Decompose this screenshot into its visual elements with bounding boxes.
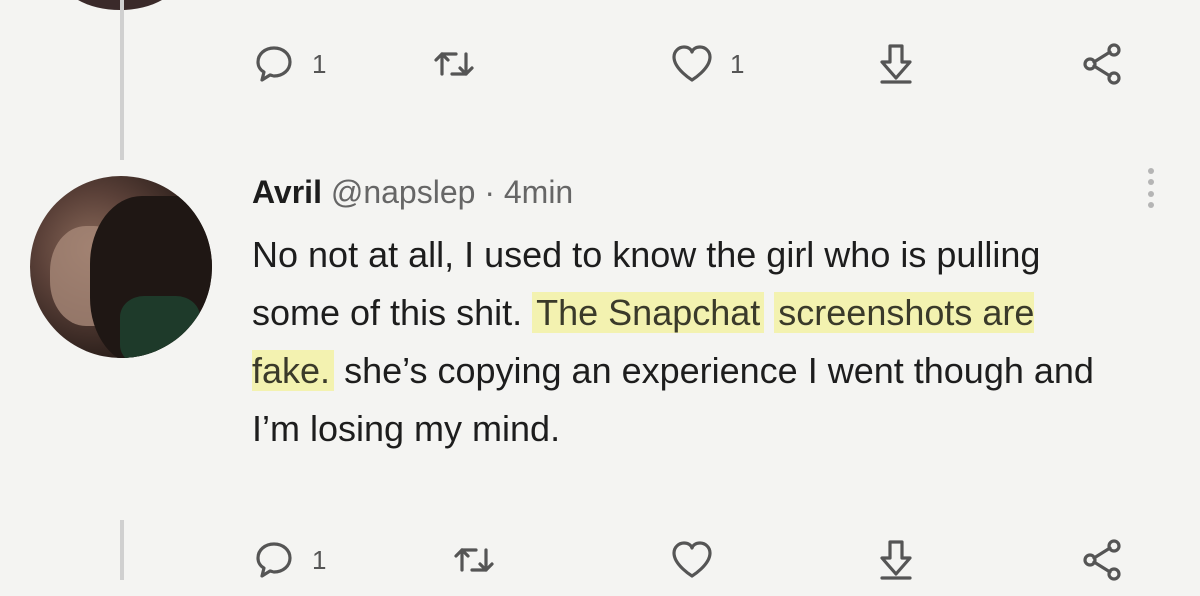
reply-icon bbox=[256, 542, 292, 578]
tweet-text-highlight-1: The Snapchat bbox=[532, 292, 765, 333]
author-name[interactable]: Avril bbox=[252, 174, 322, 210]
like-icon bbox=[672, 541, 712, 578]
avatar-shirt bbox=[120, 296, 200, 358]
more-icon-dot bbox=[1148, 190, 1154, 197]
tweet-time[interactable]: 4min bbox=[504, 174, 573, 210]
more-icon bbox=[1148, 168, 1154, 174]
more-icon-dot bbox=[1148, 201, 1154, 208]
tweet-header: Avril @napslep · 4min bbox=[252, 172, 573, 212]
reply-count: 1 bbox=[312, 48, 327, 79]
reply-button[interactable]: 1 bbox=[250, 536, 326, 584]
thread-line-bottom bbox=[120, 520, 124, 580]
tweet-text: No not at all, I used to know the girl w… bbox=[252, 226, 1112, 458]
retweet-button[interactable] bbox=[450, 536, 498, 584]
reply-count: 1 bbox=[312, 544, 327, 575]
like-icon bbox=[672, 45, 712, 82]
share-icon bbox=[1083, 43, 1121, 85]
share-button[interactable] bbox=[1078, 40, 1126, 88]
download-icon bbox=[880, 44, 912, 84]
retweet-icon bbox=[454, 548, 494, 572]
retweet-icon bbox=[434, 52, 474, 76]
more-options-button[interactable] bbox=[1148, 168, 1156, 208]
download-button[interactable] bbox=[872, 536, 920, 584]
thread-line bbox=[120, 0, 124, 160]
download-button[interactable] bbox=[872, 40, 920, 88]
reply-icon bbox=[256, 46, 292, 82]
share-button[interactable] bbox=[1078, 536, 1126, 584]
like-button[interactable]: 1 bbox=[668, 40, 744, 88]
download-icon bbox=[880, 540, 912, 580]
author-handle[interactable]: @napslep bbox=[331, 174, 476, 210]
tweet-text-after: she’s copying an experience I went thoug… bbox=[252, 350, 1094, 449]
avatar[interactable] bbox=[30, 176, 212, 358]
share-icon bbox=[1083, 539, 1121, 581]
reply-button[interactable]: 1 bbox=[250, 40, 326, 88]
retweet-button[interactable] bbox=[430, 40, 478, 88]
tweet-action-bar: 1 bbox=[250, 536, 1150, 596]
previous-tweet-action-bar: 1 1 bbox=[250, 40, 1150, 100]
like-count: 1 bbox=[730, 48, 745, 79]
separator-dot: · bbox=[484, 174, 495, 210]
like-button[interactable] bbox=[668, 536, 716, 584]
more-icon-dot bbox=[1148, 179, 1154, 186]
